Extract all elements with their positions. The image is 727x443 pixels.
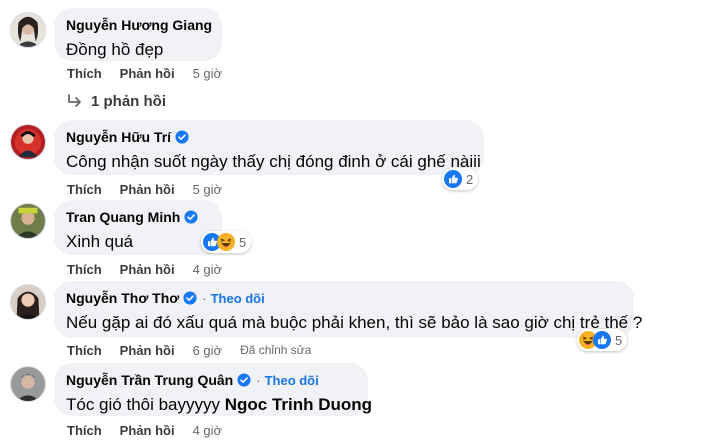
- commenter-name[interactable]: Nguyễn Hương Giang: [66, 17, 212, 33]
- commenter-name[interactable]: Nguyễn Trần Trung Quân: [66, 372, 233, 388]
- avatar[interactable]: [10, 284, 46, 320]
- comment-actions: Thích Phản hồi 4 giờ: [67, 421, 240, 439]
- comment-bubble: Nguyễn Hữu Trí Công nhận suốt ngày thấy …: [54, 120, 484, 175]
- commenter-name[interactable]: Nguyễn Thơ Thơ: [66, 290, 179, 306]
- verified-badge-icon: [184, 210, 198, 224]
- verified-badge-icon: [237, 373, 251, 387]
- comment-bubble: Nguyễn Trần Trung Quân · Theo dõi Tóc gi…: [54, 363, 372, 416]
- comment-timestamp[interactable]: 6 giờ: [193, 343, 223, 358]
- like-button[interactable]: Thích: [67, 262, 102, 277]
- view-replies-link[interactable]: 1 phản hồi: [67, 91, 166, 111]
- reactions-summary[interactable]: 2: [442, 168, 479, 190]
- comment-text: Công nhận suốt ngày thấy chị đóng đinh ở…: [66, 152, 481, 171]
- comment-actions: Thích Phản hồi 5 giờ: [67, 180, 240, 198]
- separator-dot: ·: [256, 372, 261, 388]
- comment-text: Đồng hồ đẹp: [66, 40, 164, 59]
- commenter-name[interactable]: Tran Quang Minh: [66, 209, 180, 225]
- avatar[interactable]: [10, 203, 46, 239]
- follow-button[interactable]: Theo dõi: [211, 291, 265, 306]
- comment-bubble: Nguyễn Hương Giang Đồng hồ đẹp: [54, 8, 222, 61]
- comment-text: Xinh quá: [66, 232, 134, 251]
- reply-button[interactable]: Phản hồi: [120, 423, 175, 438]
- comment-actions: Thích Phản hồi 6 giờ Đã chỉnh sửa: [67, 341, 311, 359]
- like-icon: [444, 170, 462, 188]
- comment-text: Nếu gặp ai đó xấu quá mà buộc phải khen,…: [66, 313, 643, 332]
- comment-text-body: Tóc gió thôi bayyyyy: [66, 395, 221, 414]
- reply-button[interactable]: Phản hồi: [120, 343, 175, 358]
- comment-actions: Thích Phản hồi 4 giờ: [67, 260, 240, 278]
- avatar[interactable]: [10, 12, 46, 48]
- edited-label: Đã chỉnh sửa: [240, 343, 312, 357]
- comment-actions: Thích Phản hồi 5 giờ: [67, 64, 240, 82]
- follow-button[interactable]: Theo dõi: [265, 373, 319, 388]
- reaction-count: 5: [615, 332, 623, 348]
- reaction-count: 2: [466, 171, 474, 187]
- comment-timestamp[interactable]: 5 giờ: [193, 66, 223, 81]
- like-icon: [593, 331, 611, 349]
- avatar[interactable]: [10, 366, 46, 402]
- commenter-name[interactable]: Nguyễn Hữu Trí: [66, 129, 171, 145]
- comment-timestamp[interactable]: 4 giờ: [193, 423, 223, 438]
- reactions-summary[interactable]: 5: [201, 231, 252, 253]
- verified-badge-icon: [183, 291, 197, 305]
- reply-button[interactable]: Phản hồi: [120, 182, 175, 197]
- reply-arrow-icon: [68, 94, 81, 107]
- like-button[interactable]: Thích: [67, 66, 102, 81]
- reply-button[interactable]: Phản hồi: [120, 66, 175, 81]
- avatar[interactable]: [10, 124, 46, 160]
- comment-text: Tóc gió thôi bayyyyy Ngoc Trinh Duong: [66, 394, 372, 416]
- reaction-count: 5: [239, 234, 247, 250]
- comment-bubble: Nguyễn Thơ Thơ · Theo dõi Nếu gặp ai đó …: [54, 281, 643, 338]
- verified-badge-icon: [175, 130, 189, 144]
- comment-bubble: Tran Quang Minh Xinh quá: [54, 200, 222, 255]
- comment-timestamp[interactable]: 5 giờ: [193, 182, 223, 197]
- replies-count: 1 phản hồi: [91, 92, 166, 110]
- comment-timestamp[interactable]: 4 giờ: [193, 262, 223, 277]
- like-button[interactable]: Thích: [67, 182, 102, 197]
- haha-icon: [217, 233, 235, 251]
- mention-link[interactable]: Ngoc Trinh Duong: [225, 395, 372, 414]
- reply-button[interactable]: Phản hồi: [120, 262, 175, 277]
- like-button[interactable]: Thích: [67, 423, 102, 438]
- reactions-summary[interactable]: 5: [577, 329, 628, 351]
- like-button[interactable]: Thích: [67, 343, 102, 358]
- separator-dot: ·: [202, 290, 207, 306]
